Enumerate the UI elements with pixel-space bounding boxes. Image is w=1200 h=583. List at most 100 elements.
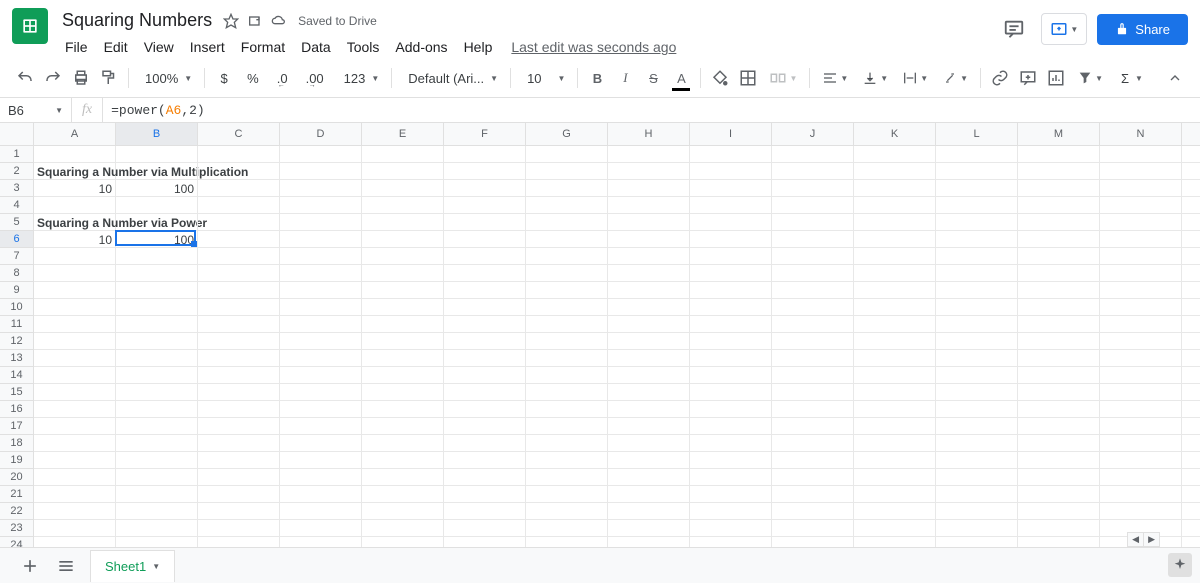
filter-button[interactable]: ▼ bbox=[1071, 65, 1109, 91]
cloud-icon[interactable] bbox=[270, 12, 288, 30]
cell-M21[interactable] bbox=[1018, 486, 1100, 503]
font-dropdown[interactable]: Default (Ari...▼ bbox=[398, 65, 504, 91]
cell-E14[interactable] bbox=[362, 367, 444, 384]
cell-C18[interactable] bbox=[198, 435, 280, 452]
cell-I21[interactable] bbox=[690, 486, 772, 503]
cell-K23[interactable] bbox=[854, 520, 936, 537]
cell-K4[interactable] bbox=[854, 197, 936, 214]
cell-L18[interactable] bbox=[936, 435, 1018, 452]
cell-H13[interactable] bbox=[608, 350, 690, 367]
cell-G11[interactable] bbox=[526, 316, 608, 333]
row-header-13[interactable]: 13 bbox=[0, 350, 33, 367]
cell-J12[interactable] bbox=[772, 333, 854, 350]
cell-F9[interactable] bbox=[444, 282, 526, 299]
cell-D20[interactable] bbox=[280, 469, 362, 486]
cell-H8[interactable] bbox=[608, 265, 690, 282]
cell-G10[interactable] bbox=[526, 299, 608, 316]
cell-G7[interactable] bbox=[526, 248, 608, 265]
cell-A16[interactable] bbox=[34, 401, 116, 418]
cell-A11[interactable] bbox=[34, 316, 116, 333]
cell-B6[interactable]: 100 bbox=[116, 231, 198, 248]
fill-color-button[interactable] bbox=[707, 65, 733, 91]
cell-G23[interactable] bbox=[526, 520, 608, 537]
cell-F24[interactable] bbox=[444, 537, 526, 547]
cell-J19[interactable] bbox=[772, 452, 854, 469]
row-header-8[interactable]: 8 bbox=[0, 265, 33, 282]
cell-E6[interactable] bbox=[362, 231, 444, 248]
select-all-corner[interactable] bbox=[0, 123, 34, 145]
cell-G5[interactable] bbox=[526, 214, 608, 231]
col-header-J[interactable]: J bbox=[772, 123, 854, 145]
cell-K17[interactable] bbox=[854, 418, 936, 435]
col-header-H[interactable]: H bbox=[608, 123, 690, 145]
cell-G21[interactable] bbox=[526, 486, 608, 503]
cell-E10[interactable] bbox=[362, 299, 444, 316]
col-header-B[interactable]: B bbox=[116, 123, 198, 145]
cell-D8[interactable] bbox=[280, 265, 362, 282]
cell-I7[interactable] bbox=[690, 248, 772, 265]
decrease-decimal-button[interactable]: .0← bbox=[269, 65, 296, 91]
cell-I22[interactable] bbox=[690, 503, 772, 520]
cell-H3[interactable] bbox=[608, 180, 690, 197]
cell-A4[interactable] bbox=[34, 197, 116, 214]
format-currency-button[interactable]: $ bbox=[211, 65, 237, 91]
menu-file[interactable]: File bbox=[58, 35, 95, 59]
text-color-button[interactable]: A bbox=[668, 65, 694, 91]
cell-E23[interactable] bbox=[362, 520, 444, 537]
cell-C15[interactable] bbox=[198, 384, 280, 401]
cell-M24[interactable] bbox=[1018, 537, 1100, 547]
cell-J18[interactable] bbox=[772, 435, 854, 452]
cell-J10[interactable] bbox=[772, 299, 854, 316]
col-header-C[interactable]: C bbox=[198, 123, 280, 145]
cell-B1[interactable] bbox=[116, 146, 198, 163]
cell-F4[interactable] bbox=[444, 197, 526, 214]
cell-E15[interactable] bbox=[362, 384, 444, 401]
cell-N4[interactable] bbox=[1100, 197, 1182, 214]
cell-A7[interactable] bbox=[34, 248, 116, 265]
cell-I6[interactable] bbox=[690, 231, 772, 248]
cell-K14[interactable] bbox=[854, 367, 936, 384]
cell-H14[interactable] bbox=[608, 367, 690, 384]
cell-J15[interactable] bbox=[772, 384, 854, 401]
cell-I8[interactable] bbox=[690, 265, 772, 282]
row-header-10[interactable]: 10 bbox=[0, 299, 33, 316]
cell-C5[interactable] bbox=[198, 214, 280, 231]
row-header-23[interactable]: 23 bbox=[0, 520, 33, 537]
cell-F11[interactable] bbox=[444, 316, 526, 333]
cell-G22[interactable] bbox=[526, 503, 608, 520]
cell-K22[interactable] bbox=[854, 503, 936, 520]
explore-button[interactable] bbox=[1168, 553, 1192, 577]
cell-C22[interactable] bbox=[198, 503, 280, 520]
row-header-3[interactable]: 3 bbox=[0, 180, 33, 197]
cell-E16[interactable] bbox=[362, 401, 444, 418]
cell-A19[interactable] bbox=[34, 452, 116, 469]
cell-A8[interactable] bbox=[34, 265, 116, 282]
menu-help[interactable]: Help bbox=[457, 35, 500, 59]
cell-K20[interactable] bbox=[854, 469, 936, 486]
cell-K11[interactable] bbox=[854, 316, 936, 333]
cell-F5[interactable] bbox=[444, 214, 526, 231]
cell-I11[interactable] bbox=[690, 316, 772, 333]
cell-A14[interactable] bbox=[34, 367, 116, 384]
cell-M15[interactable] bbox=[1018, 384, 1100, 401]
cell-N2[interactable] bbox=[1100, 163, 1182, 180]
cell-I17[interactable] bbox=[690, 418, 772, 435]
cell-C3[interactable] bbox=[198, 180, 280, 197]
cell-M12[interactable] bbox=[1018, 333, 1100, 350]
cell-J16[interactable] bbox=[772, 401, 854, 418]
cell-D13[interactable] bbox=[280, 350, 362, 367]
cell-N3[interactable] bbox=[1100, 180, 1182, 197]
cell-H2[interactable] bbox=[608, 163, 690, 180]
cell-B21[interactable] bbox=[116, 486, 198, 503]
cell-E1[interactable] bbox=[362, 146, 444, 163]
cell-J7[interactable] bbox=[772, 248, 854, 265]
cell-L4[interactable] bbox=[936, 197, 1018, 214]
cell-F18[interactable] bbox=[444, 435, 526, 452]
print-button[interactable] bbox=[68, 65, 94, 91]
cell-D9[interactable] bbox=[280, 282, 362, 299]
cell-C20[interactable] bbox=[198, 469, 280, 486]
col-header-G[interactable]: G bbox=[526, 123, 608, 145]
format-percent-button[interactable]: % bbox=[239, 65, 267, 91]
cell-H7[interactable] bbox=[608, 248, 690, 265]
cell-C8[interactable] bbox=[198, 265, 280, 282]
